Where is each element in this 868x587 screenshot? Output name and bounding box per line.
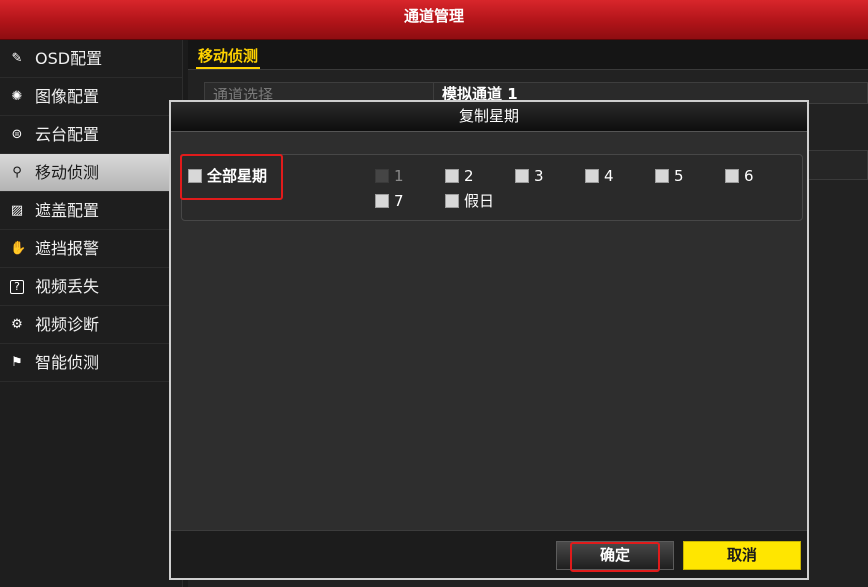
day-7-label[interactable]: 7: [394, 193, 404, 209]
sidebar-item-label: 智能侦测: [35, 353, 100, 372]
day-5-label[interactable]: 5: [674, 168, 684, 184]
video-diagnosis-icon: ⚙: [11, 317, 23, 332]
sidebar-item-label: 遮挡报警: [35, 239, 100, 258]
day-2-checkbox[interactable]: [445, 169, 459, 183]
day-1-label: 1: [394, 167, 404, 185]
dialog-footer: 确定 取消: [171, 530, 807, 578]
ok-highlight: [570, 542, 660, 572]
day-5-checkbox[interactable]: [655, 169, 669, 183]
tamper-hand-icon: ✋: [10, 241, 27, 256]
day-6-label[interactable]: 6: [744, 168, 754, 184]
sidebar-item-label: 图像配置: [35, 87, 100, 106]
sidebar-item-label: 视频丢失: [35, 277, 100, 296]
sidebar-item-privacy-mask[interactable]: ▨ 遮盖配置: [0, 192, 182, 230]
dialog-header: 复制星期: [171, 102, 807, 132]
sidebar-item-video-diagnosis[interactable]: ⚙ 视频诊断: [0, 306, 182, 344]
day-4-checkbox[interactable]: [585, 169, 599, 183]
sidebar-item-video-loss[interactable]: ? 视频丢失: [0, 268, 182, 306]
sidebar-item-ptz[interactable]: ⊜ 云台配置: [0, 116, 182, 154]
image-aperture-icon: ✺: [11, 89, 23, 104]
sidebar-item-image[interactable]: ✺ 图像配置: [0, 78, 182, 116]
day-3-label[interactable]: 3: [534, 168, 544, 184]
video-loss-question-icon: ?: [10, 280, 24, 294]
window-title: 通道管理: [403, 7, 464, 25]
day-2-label[interactable]: 2: [464, 168, 474, 184]
dialog-title: 复制星期: [458, 107, 519, 125]
copy-week-dialog: 复制星期 全部星期 1 2 3 4 5 6 7 假日 确定 取消: [169, 100, 809, 580]
holiday-checkbox[interactable]: [445, 194, 459, 208]
sidebar-item-label: OSD配置: [35, 49, 103, 68]
sidebar-item-label: 遮盖配置: [35, 201, 100, 220]
day-3-checkbox[interactable]: [515, 169, 529, 183]
ptz-camera-icon: ⊜: [11, 127, 23, 142]
day-1-checkbox: [375, 169, 389, 183]
day-4-label[interactable]: 4: [604, 168, 614, 184]
smart-detect-icon: ⚑: [11, 355, 23, 370]
day-6-checkbox[interactable]: [725, 169, 739, 183]
privacy-mask-icon: ▨: [10, 203, 24, 218]
sidebar-item-label: 云台配置: [35, 125, 100, 144]
sidebar-item-tamper-alarm[interactable]: ✋ 遮挡报警: [0, 230, 182, 268]
sidebar: ✎ OSD配置 ✺ 图像配置 ⊜ 云台配置 ⚲ 移动侦测 ▨ 遮盖配置 ✋ 遮挡…: [0, 40, 183, 587]
day-7-checkbox[interactable]: [375, 194, 389, 208]
motion-running-icon: ⚲: [12, 165, 22, 180]
sidebar-item-osd[interactable]: ✎ OSD配置: [0, 40, 182, 78]
sidebar-item-label: 移动侦测: [35, 163, 100, 182]
title-bar: 通道管理: [0, 0, 868, 40]
sidebar-item-smart-detection[interactable]: ⚑ 智能侦测: [0, 344, 182, 382]
cancel-button[interactable]: 取消: [683, 541, 801, 570]
tab-motion-detection[interactable]: 移动侦测: [196, 45, 261, 69]
tab-bar: 移动侦测: [188, 40, 868, 70]
sidebar-item-label: 视频诊断: [35, 315, 100, 334]
all-days-highlight: [180, 154, 283, 200]
sidebar-item-motion-detection[interactable]: ⚲ 移动侦测: [0, 154, 182, 192]
holiday-label[interactable]: 假日: [464, 193, 494, 209]
osd-pen-icon: ✎: [11, 51, 23, 66]
